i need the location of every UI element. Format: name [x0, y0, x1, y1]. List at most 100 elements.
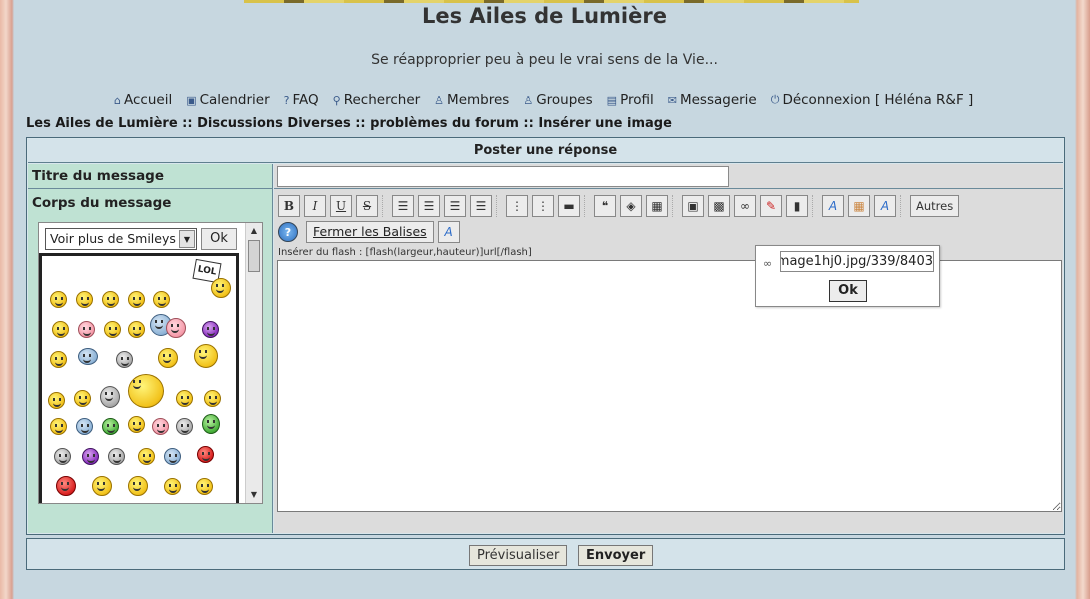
nav-item-7[interactable]: ✉ Messagerie — [668, 92, 757, 108]
smiley-icon[interactable] — [108, 448, 125, 465]
code-icon[interactable]: ◈ — [620, 195, 642, 217]
smiley-icon[interactable] — [153, 291, 170, 308]
smiley-icon[interactable] — [76, 418, 93, 435]
breadcrumb-item-home[interactable]: Les Ailes de Lumière — [26, 116, 178, 131]
insert-image-icon[interactable]: ▣ — [682, 195, 704, 217]
smiley-icon[interactable] — [194, 344, 218, 368]
align-center-icon[interactable]: ☰ — [418, 195, 440, 217]
numbered-list-icon[interactable]: ⋮ — [532, 195, 554, 217]
smiley-icon[interactable] — [56, 476, 76, 496]
video-icon[interactable]: ▮ — [786, 195, 808, 217]
smiley-icon[interactable] — [82, 448, 99, 465]
nav-item-0[interactable]: ⌂ Accueil — [114, 92, 172, 108]
nav-item-1[interactable]: ▣ Calendrier — [186, 92, 269, 108]
smiley-category-select[interactable]: Voir plus de Smileys ▼ — [45, 228, 197, 250]
smiley-icon[interactable] — [176, 390, 193, 407]
align-right-icon[interactable]: ☰ — [444, 195, 466, 217]
smiley-icon[interactable] — [100, 386, 120, 408]
send-button[interactable]: Envoyer — [578, 545, 654, 566]
message-body-textarea[interactable] — [277, 260, 1062, 512]
smiley-icon[interactable] — [78, 348, 98, 365]
font-size-icon[interactable]: A — [874, 195, 896, 217]
smiley-icon[interactable] — [128, 374, 164, 408]
smiley-icon[interactable] — [166, 318, 186, 338]
secondary-toolbar: ? Fermer les Balises A — [278, 221, 464, 243]
font-style-icon[interactable]: A — [822, 195, 844, 217]
nav-label: FAQ — [292, 92, 319, 108]
smiley-icon[interactable] — [128, 321, 145, 338]
smiley-icon[interactable] — [164, 448, 181, 465]
link-icon[interactable]: ∞ — [734, 195, 756, 217]
horizontal-rule-icon[interactable]: ▬ — [558, 195, 580, 217]
table-icon[interactable]: ▦ — [646, 195, 668, 217]
smiley-icon[interactable] — [152, 418, 169, 435]
color-palette-icon[interactable]: ▦ — [848, 195, 870, 217]
toolbar-separator — [496, 195, 502, 217]
flash-icon[interactable]: ✎ — [760, 195, 782, 217]
smiley-icon[interactable] — [128, 291, 145, 308]
justify-icon[interactable]: ☰ — [470, 195, 492, 217]
text-case-icon[interactable]: A — [437, 221, 460, 243]
others-button[interactable]: Autres — [910, 195, 960, 217]
smiley-icon[interactable] — [197, 446, 214, 463]
italic-button[interactable]: I — [304, 195, 326, 217]
smiley-icon[interactable] — [50, 291, 67, 308]
nav-item-6[interactable]: ▤ Profil — [607, 92, 654, 108]
scroll-thumb[interactable] — [248, 240, 260, 272]
page: Les Ailes de Lumière Se réapproprier peu… — [14, 0, 1075, 599]
smiley-icon[interactable] — [196, 478, 213, 495]
smiley-icon[interactable] — [52, 321, 69, 338]
host-image-icon[interactable]: ▩ — [708, 195, 730, 217]
smiley-icon[interactable] — [102, 291, 119, 308]
breadcrumb-item-forum[interactable]: problèmes du forum — [370, 116, 519, 131]
title-input[interactable] — [277, 166, 729, 187]
smiley-icon[interactable] — [128, 416, 145, 433]
close-tags-button[interactable]: Fermer les Balises — [306, 221, 434, 243]
help-icon[interactable]: ? — [278, 222, 298, 242]
smiley-icon[interactable] — [202, 414, 220, 434]
quote-icon[interactable]: ❝ — [594, 195, 616, 217]
site-title[interactable]: Les Ailes de Lumière — [14, 4, 1075, 28]
smiley-icon[interactable] — [138, 448, 155, 465]
bullet-list-icon[interactable]: ⋮ — [506, 195, 528, 217]
nav-item-4[interactable]: ♙ Membres — [434, 92, 509, 108]
smiley-scrollbar[interactable]: ▲ ▼ — [245, 223, 262, 503]
preview-button[interactable]: Prévisualiser — [469, 545, 568, 566]
smiley-icon[interactable] — [54, 448, 71, 465]
smiley-icon[interactable] — [164, 478, 181, 495]
scroll-down-icon[interactable]: ▼ — [246, 487, 262, 503]
smiley-ok-button[interactable]: Ok — [201, 228, 237, 250]
breadcrumb-item-topic[interactable]: Insérer une image — [538, 116, 672, 131]
nav-item-5[interactable]: ♙ Groupes — [523, 92, 592, 108]
smiley-icon[interactable] — [158, 348, 178, 368]
chevron-down-icon[interactable]: ▼ — [179, 230, 195, 248]
smiley-icon[interactable] — [50, 418, 67, 435]
smiley-icon[interactable] — [78, 321, 95, 338]
smiley-icon[interactable] — [128, 476, 148, 496]
bold-button[interactable]: B — [278, 195, 300, 217]
smiley-icon[interactable] — [76, 291, 93, 308]
smiley-icon[interactable] — [74, 390, 91, 407]
underline-button[interactable]: U — [330, 195, 352, 217]
align-left-icon[interactable]: ☰ — [392, 195, 414, 217]
nav-item-2[interactable]: ? FAQ — [284, 92, 319, 108]
breadcrumb-item-category[interactable]: Discussions Diverses — [197, 116, 351, 131]
smiley-icon[interactable] — [204, 390, 221, 407]
smiley-icon[interactable] — [50, 351, 67, 368]
smiley-icon[interactable] — [104, 321, 121, 338]
smiley-icon[interactable] — [102, 418, 119, 435]
smiley-icon[interactable] — [176, 418, 193, 435]
smiley-icon[interactable] — [116, 351, 133, 368]
image-url-input[interactable]: 339/8403/image1hj0.jpg — [780, 251, 934, 272]
nav-item-3[interactable]: ⚲ Rechercher — [333, 92, 421, 108]
smiley-icon[interactable] — [202, 321, 219, 338]
form-labels-column: Titre du message Corps du message Voir p… — [28, 164, 273, 533]
smiley-icon[interactable] — [211, 278, 231, 298]
strikethrough-button[interactable]: S — [356, 195, 378, 217]
scroll-up-icon[interactable]: ▲ — [246, 223, 262, 239]
smiley-icon[interactable] — [48, 392, 65, 409]
form-header: Poster une réponse — [28, 139, 1063, 163]
smiley-icon[interactable] — [92, 476, 112, 496]
nav-item-8[interactable]: ⏻ Déconnexion [ Héléna R&F ] — [771, 92, 974, 108]
popup-ok-button[interactable]: Ok — [829, 280, 867, 302]
